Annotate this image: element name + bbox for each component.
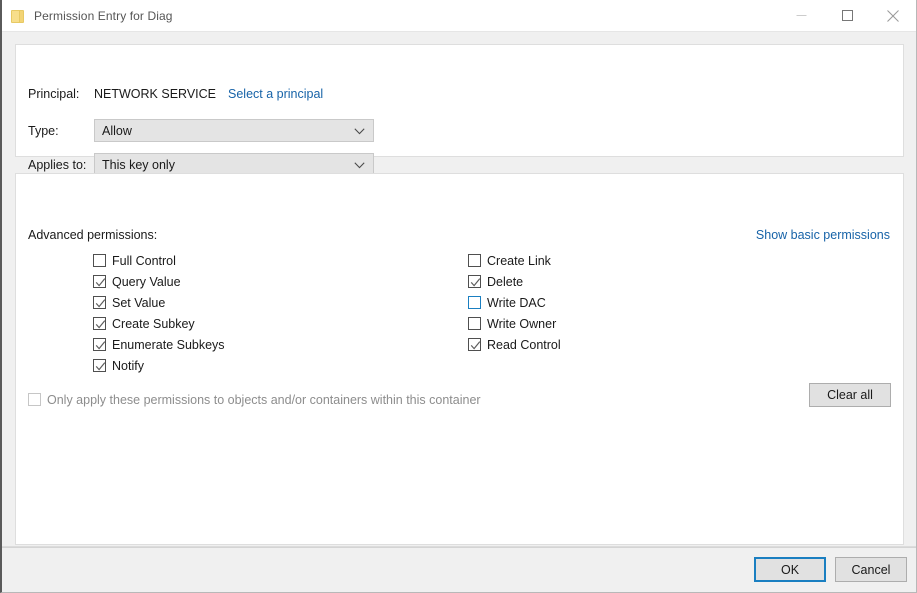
permission-label: Delete [487, 274, 524, 289]
principal-row: Principal: NETWORK SERVICE Select a prin… [28, 87, 323, 101]
permission-label: Create Link [487, 253, 551, 268]
dialog-content: Principal: NETWORK SERVICE Select a prin… [2, 32, 916, 546]
permission-label: Set Value [112, 295, 166, 310]
permission-label: Notify [112, 358, 144, 373]
type-combobox-value: Allow [102, 123, 132, 138]
checkbox-box [93, 254, 106, 267]
permission-checkbox-read-control[interactable]: Read Control [468, 334, 561, 355]
applies-to-label: Applies to: [28, 157, 87, 172]
close-icon[interactable] [870, 0, 916, 31]
window-title: Permission Entry for Diag [34, 8, 173, 23]
principal-label: Principal: [28, 87, 80, 101]
checkbox-box [468, 254, 481, 267]
dialog-footer: OK Cancel [2, 546, 916, 592]
advanced-permissions-label: Advanced permissions: [28, 228, 158, 242]
cancel-button[interactable]: Cancel [835, 557, 907, 582]
show-basic-permissions-link[interactable]: Show basic permissions [756, 228, 890, 242]
type-combobox[interactable]: Allow [94, 119, 374, 142]
permission-checkbox-enumerate-subkeys[interactable]: Enumerate Subkeys [93, 334, 225, 355]
type-label: Type: [28, 123, 59, 138]
permission-entry-dialog: Permission Entry for Diag Principal: NET… [0, 0, 917, 593]
permissions-left-column: Full Control Query Value Set Value Create S… [93, 250, 225, 376]
permission-label: Enumerate Subkeys [112, 337, 225, 352]
checkbox-box [468, 296, 481, 309]
permission-checkbox-full-control[interactable]: Full Control [93, 250, 225, 271]
permission-label: Write DAC [487, 295, 546, 310]
permission-checkbox-write-owner[interactable]: Write Owner [468, 313, 561, 334]
only-apply-to-container-label: Only apply these permissions to objects … [47, 392, 481, 407]
window-controls [778, 0, 916, 31]
applies-to-combobox-value: This key only [102, 157, 175, 172]
clear-all-button[interactable]: Clear all [809, 383, 891, 407]
only-apply-to-container-checkbox[interactable]: Only apply these permissions to objects … [28, 389, 481, 410]
checkbox-box [468, 338, 481, 351]
folder-icon [10, 8, 26, 24]
principal-value: NETWORK SERVICE [94, 87, 217, 101]
permission-checkbox-create-link[interactable]: Create Link [468, 250, 561, 271]
footer-divider [2, 547, 916, 548]
permissions-right-column: Create Link Delete Write DAC Write Owner Rea… [468, 250, 561, 355]
checkbox-box [468, 275, 481, 288]
ok-button[interactable]: OK [754, 557, 826, 582]
type-row: Type: Allow [28, 119, 374, 142]
maximize-icon[interactable] [824, 0, 870, 31]
checkbox-box [93, 338, 106, 351]
checkbox-box [468, 317, 481, 330]
select-a-principal-link[interactable]: Select a principal [228, 87, 323, 101]
permission-checkbox-query-value[interactable]: Query Value [93, 271, 225, 292]
permission-checkbox-write-dac[interactable]: Write DAC [468, 292, 561, 313]
checkbox-box [93, 359, 106, 372]
checkbox-box [28, 393, 41, 406]
chevron-down-icon [354, 122, 365, 140]
permission-checkbox-notify[interactable]: Notify [93, 355, 225, 376]
advanced-permissions-panel: Advanced permissions: Show basic permiss… [15, 173, 904, 545]
permission-label: Query Value [112, 274, 181, 289]
principal-panel: Principal: NETWORK SERVICE Select a prin… [15, 44, 904, 176]
checkbox-box [93, 296, 106, 309]
title-bar: Permission Entry for Diag [2, 0, 916, 32]
permission-label: Write Owner [487, 316, 557, 331]
checkbox-box [93, 275, 106, 288]
permission-checkbox-set-value[interactable]: Set Value [93, 292, 225, 313]
permission-label: Create Subkey [112, 316, 195, 331]
permission-label: Read Control [487, 337, 561, 352]
permission-checkbox-delete[interactable]: Delete [468, 271, 561, 292]
minimize-icon[interactable] [778, 0, 824, 31]
chevron-down-icon [354, 156, 365, 174]
permission-label: Full Control [112, 253, 176, 268]
checkbox-box [93, 317, 106, 330]
permission-checkbox-create-subkey[interactable]: Create Subkey [93, 313, 225, 334]
